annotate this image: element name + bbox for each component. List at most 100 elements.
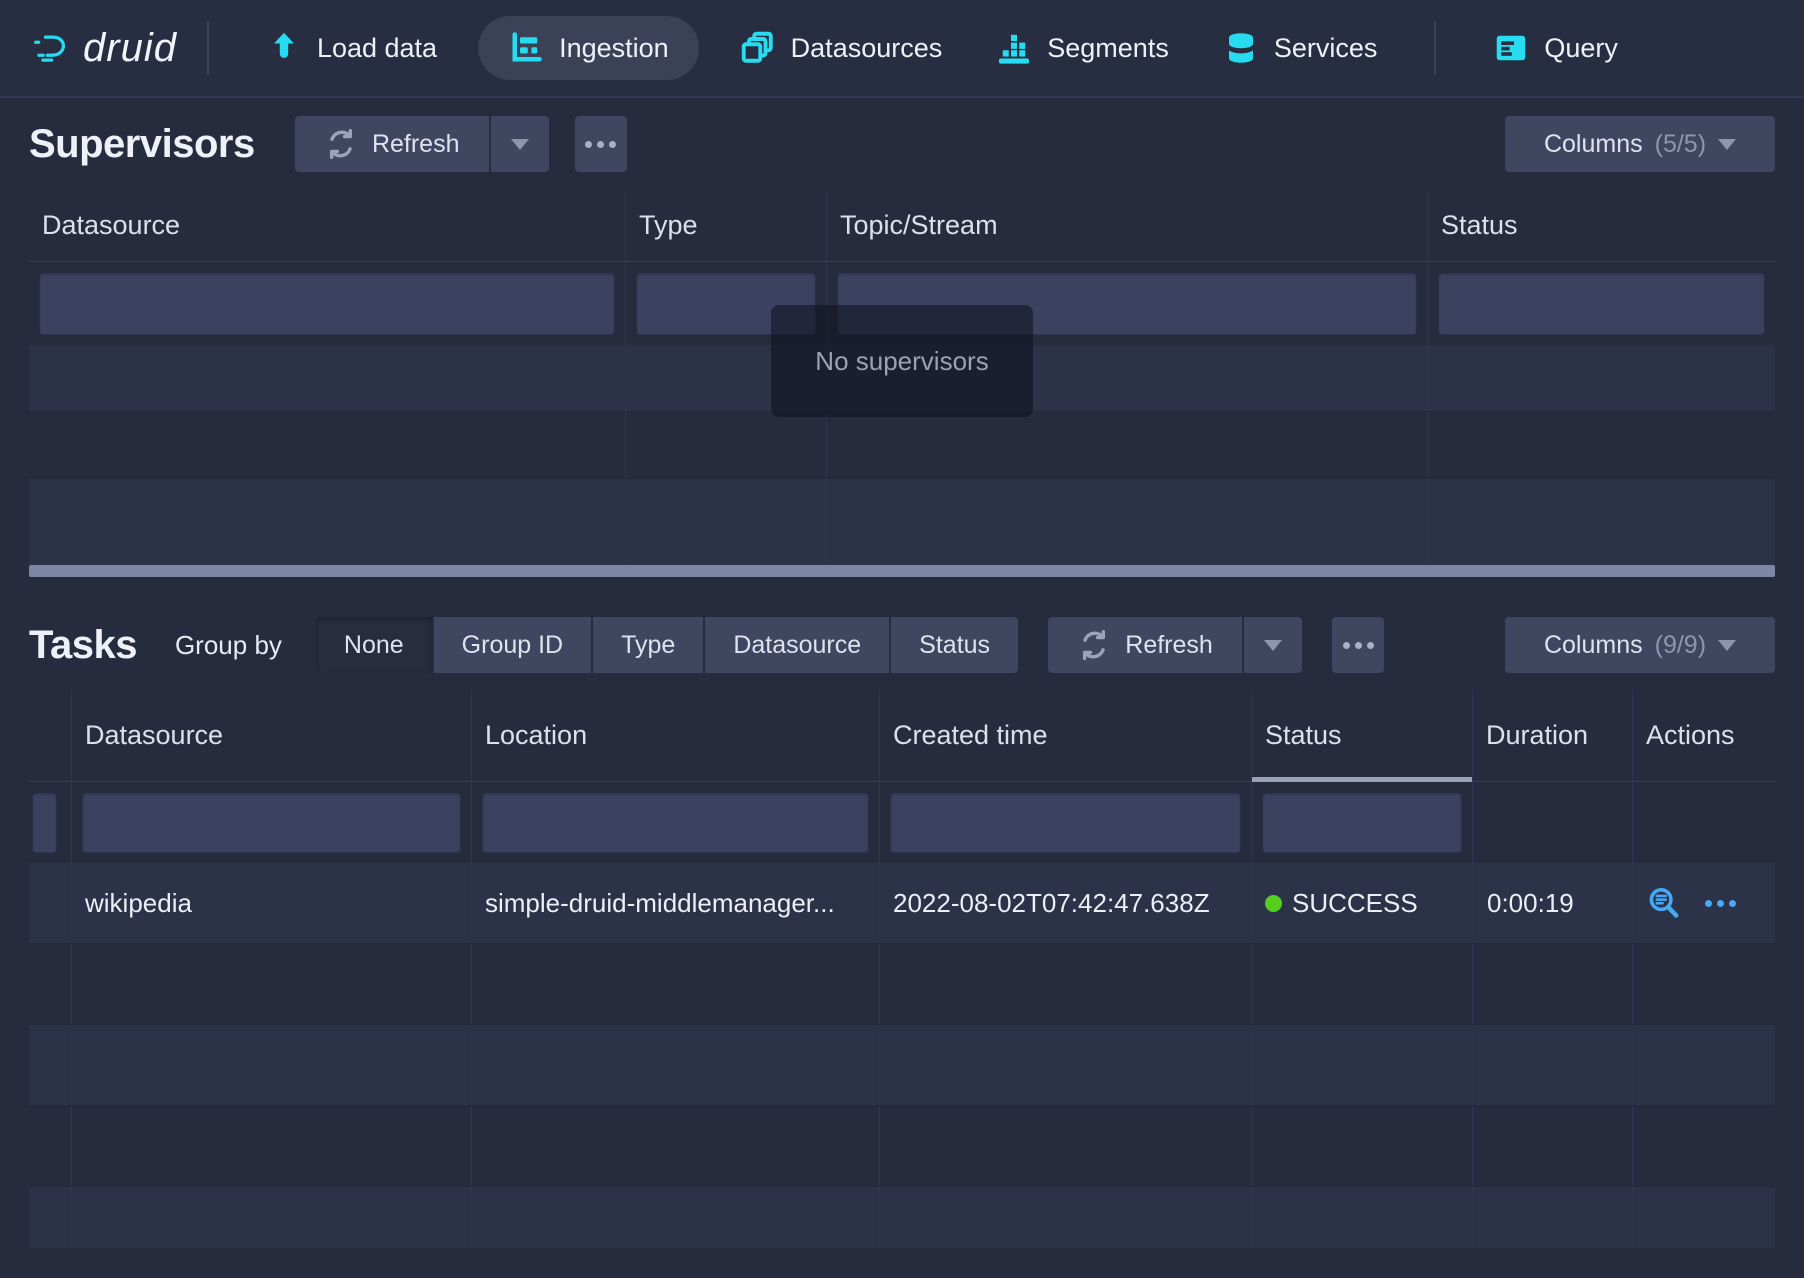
nav-label: Segments bbox=[1047, 33, 1169, 64]
nav-label: Query bbox=[1544, 33, 1618, 64]
nav-label: Ingestion bbox=[559, 33, 669, 64]
nav-item-query[interactable]: Query bbox=[1493, 30, 1618, 66]
chevron-down-icon bbox=[511, 139, 529, 150]
query-editor-icon bbox=[1493, 30, 1529, 66]
more-icon bbox=[1343, 642, 1374, 649]
group-by-option-group-id[interactable]: Group ID bbox=[434, 617, 591, 673]
refresh-icon bbox=[324, 127, 358, 161]
task-actions bbox=[1633, 863, 1775, 943]
tasks-refresh-menu-button[interactable] bbox=[1244, 617, 1302, 673]
tasks-columns-button[interactable]: Columns (9/9) bbox=[1505, 617, 1775, 673]
nav-label: Services bbox=[1274, 33, 1378, 64]
tasks-filter-row bbox=[29, 782, 1775, 863]
tasks-title: Tasks bbox=[29, 623, 137, 668]
tasks-refresh-button[interactable]: Refresh bbox=[1048, 617, 1242, 673]
supervisors-more-button[interactable] bbox=[575, 116, 627, 172]
druid-logo[interactable]: druid bbox=[33, 26, 177, 71]
group-by-segmented-control: None Group ID Type Datasource Status bbox=[316, 617, 1018, 673]
columns-label: Columns bbox=[1544, 130, 1643, 159]
chevron-down-icon bbox=[1264, 640, 1282, 651]
nav-divider bbox=[1434, 21, 1436, 75]
columns-count: (5/5) bbox=[1655, 130, 1706, 159]
table-row bbox=[29, 944, 1775, 1025]
empty-state-overlay: No supervisors bbox=[771, 305, 1033, 417]
column-header-actions[interactable]: Actions bbox=[1633, 690, 1775, 781]
chevron-down-icon bbox=[1718, 640, 1736, 651]
tasks-table: Datasource Location Created time Status … bbox=[29, 690, 1775, 1248]
task-status: SUCCESS bbox=[1252, 863, 1473, 943]
database-icon bbox=[1223, 30, 1259, 66]
nav-label: Load data bbox=[317, 33, 437, 64]
filter-input-datasource[interactable] bbox=[82, 792, 461, 853]
more-icon bbox=[585, 141, 616, 148]
group-by-option-datasource[interactable]: Datasource bbox=[705, 617, 889, 673]
upload-arrow-icon bbox=[266, 30, 302, 66]
chevron-down-icon bbox=[1718, 139, 1736, 150]
column-header-created-time[interactable]: Created time bbox=[880, 690, 1252, 781]
column-header-datasource[interactable]: Datasource bbox=[29, 190, 626, 261]
filter-input-status[interactable] bbox=[1262, 792, 1462, 853]
refresh-label: Refresh bbox=[372, 130, 460, 159]
filter-input-status[interactable] bbox=[1438, 272, 1765, 335]
supervisors-toolbar: Supervisors Refresh Columns (5/5) bbox=[0, 98, 1804, 190]
refresh-icon bbox=[1077, 628, 1111, 662]
task-created-time: 2022-08-02T07:42:47.638Z bbox=[880, 863, 1252, 943]
task-detail-search-icon[interactable] bbox=[1647, 886, 1681, 920]
status-success-dot bbox=[1265, 895, 1282, 912]
column-header-location[interactable]: Location bbox=[472, 690, 880, 781]
sort-indicator bbox=[1252, 777, 1472, 782]
filter-input-task-id[interactable] bbox=[32, 792, 57, 853]
table-row bbox=[29, 412, 1775, 479]
task-row-wikipedia: wikipedia simple-druid-middlemanager... … bbox=[29, 863, 1775, 944]
tasks-table-header: Datasource Location Created time Status … bbox=[29, 690, 1775, 782]
nav-item-segments[interactable]: Segments bbox=[996, 30, 1169, 66]
nav-item-services[interactable]: Services bbox=[1223, 30, 1378, 66]
column-header-spacer bbox=[29, 690, 72, 781]
ingestion-chart-icon bbox=[508, 30, 544, 66]
tasks-refresh-group: Refresh bbox=[1048, 617, 1302, 673]
table-row bbox=[29, 1106, 1775, 1187]
filter-input-created-time[interactable] bbox=[890, 792, 1241, 853]
top-nav: druid Load data Ingestion Datasources bbox=[0, 0, 1804, 98]
supervisors-refresh-menu-button[interactable] bbox=[491, 116, 549, 172]
column-header-datasource[interactable]: Datasource bbox=[72, 690, 472, 781]
task-datasource: wikipedia bbox=[72, 863, 472, 943]
nav-divider bbox=[207, 21, 209, 75]
horizontal-scrollbar[interactable] bbox=[29, 565, 1775, 577]
stacked-layers-icon bbox=[740, 30, 776, 66]
filter-input-location[interactable] bbox=[482, 792, 869, 853]
refresh-label: Refresh bbox=[1125, 631, 1213, 660]
column-header-duration[interactable]: Duration bbox=[1473, 690, 1633, 781]
table-row bbox=[29, 479, 1775, 565]
filter-input-datasource[interactable] bbox=[39, 272, 615, 335]
tasks-more-button[interactable] bbox=[1332, 617, 1384, 673]
task-duration: 0:00:19 bbox=[1473, 863, 1633, 943]
supervisors-columns-button[interactable]: Columns (5/5) bbox=[1505, 116, 1775, 172]
columns-label: Columns bbox=[1544, 631, 1643, 660]
group-by-option-type[interactable]: Type bbox=[593, 617, 703, 673]
supervisors-title: Supervisors bbox=[29, 122, 255, 167]
column-header-type[interactable]: Type bbox=[626, 190, 827, 261]
brand-name: druid bbox=[83, 26, 177, 71]
supervisors-refresh-button[interactable]: Refresh bbox=[295, 116, 489, 172]
status-badge: SUCCESS bbox=[1292, 888, 1418, 919]
supervisors-refresh-group: Refresh bbox=[295, 116, 549, 172]
druid-logo-icon bbox=[33, 30, 69, 66]
empty-state-message: No supervisors bbox=[815, 346, 988, 377]
table-row bbox=[29, 1025, 1775, 1106]
task-more-actions-icon[interactable] bbox=[1705, 900, 1736, 907]
group-by-option-status[interactable]: Status bbox=[891, 617, 1018, 673]
group-by-label: Group by bbox=[175, 630, 282, 661]
task-location: simple-druid-middlemanager... bbox=[472, 863, 880, 943]
column-header-status[interactable]: Status bbox=[1252, 690, 1473, 781]
group-by-option-none[interactable]: None bbox=[316, 617, 432, 673]
tasks-toolbar: Tasks Group by None Group ID Type Dataso… bbox=[0, 600, 1804, 690]
segments-bars-icon bbox=[996, 30, 1032, 66]
column-header-topic-stream[interactable]: Topic/Stream bbox=[827, 190, 1428, 261]
nav-item-datasources[interactable]: Datasources bbox=[740, 30, 943, 66]
column-header-status[interactable]: Status bbox=[1428, 190, 1775, 261]
column-header-status-label: Status bbox=[1265, 720, 1342, 751]
nav-label: Datasources bbox=[791, 33, 943, 64]
nav-item-load-data[interactable]: Load data bbox=[266, 30, 437, 66]
nav-item-ingestion[interactable]: Ingestion bbox=[478, 16, 699, 80]
